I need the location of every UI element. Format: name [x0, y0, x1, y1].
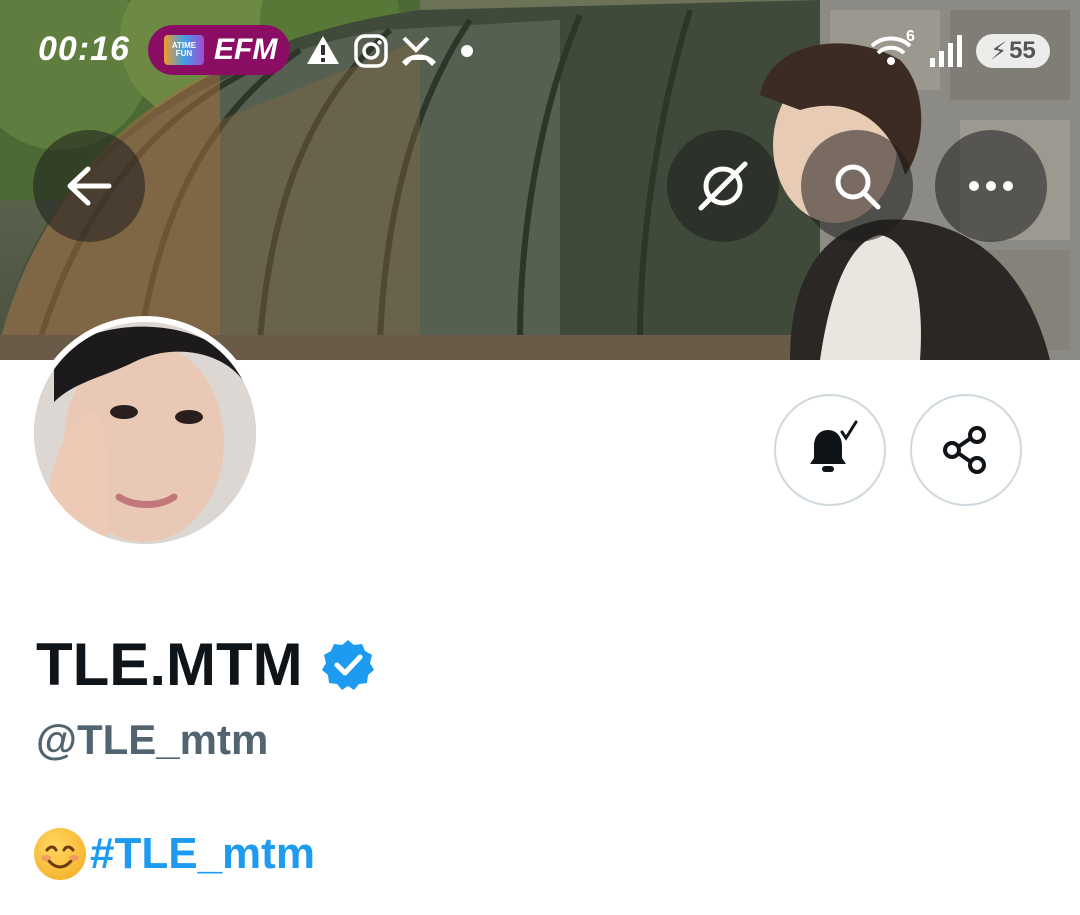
bio-hashtag-link[interactable]: #TLE_mtm	[90, 829, 315, 879]
grok-button[interactable]	[667, 130, 779, 242]
profile-display-name: TLE.MTM	[36, 630, 375, 699]
smiling-face-emoji	[34, 828, 86, 880]
charging-bolt-icon: ⚡	[990, 37, 1008, 65]
battery-level: 55	[1009, 37, 1036, 64]
instagram-icon	[354, 34, 388, 68]
back-button[interactable]	[33, 130, 145, 242]
share-button[interactable]	[910, 394, 1022, 506]
profile-avatar[interactable]	[28, 316, 262, 550]
back-arrow-icon	[67, 166, 112, 206]
warning-icon	[307, 36, 339, 64]
status-bar: 00:16 ATIME FUN EFM 6 ⚡ 55	[0, 22, 1080, 82]
share-icon	[943, 426, 986, 474]
missed-call-icon	[402, 36, 436, 66]
more-icon	[969, 181, 1013, 191]
avatar-photo	[34, 322, 256, 544]
battery-indicator: ⚡ 55	[976, 34, 1050, 68]
profile-bio: #TLE_mtm	[34, 828, 315, 880]
notifications-button[interactable]	[774, 394, 886, 506]
profile-handle: @TLE_mtm	[36, 716, 269, 763]
grok-icon	[698, 161, 748, 211]
status-time: 00:16	[38, 30, 130, 68]
more-button[interactable]	[935, 130, 1047, 242]
verified-badge-icon[interactable]	[321, 638, 375, 692]
efm-logo-icon: ATIME FUN	[164, 35, 204, 65]
search-button[interactable]	[801, 130, 913, 242]
notification-pill[interactable]: ATIME FUN EFM	[148, 25, 290, 75]
cell-signal-icon	[930, 35, 962, 67]
notification-pill-label: EFM	[214, 33, 278, 66]
dot-indicator-icon	[461, 45, 473, 57]
display-name-text: TLE.MTM	[36, 631, 303, 698]
wifi-badge: 6	[906, 28, 915, 45]
bell-subscribed-icon	[810, 420, 858, 472]
search-icon	[835, 164, 881, 210]
